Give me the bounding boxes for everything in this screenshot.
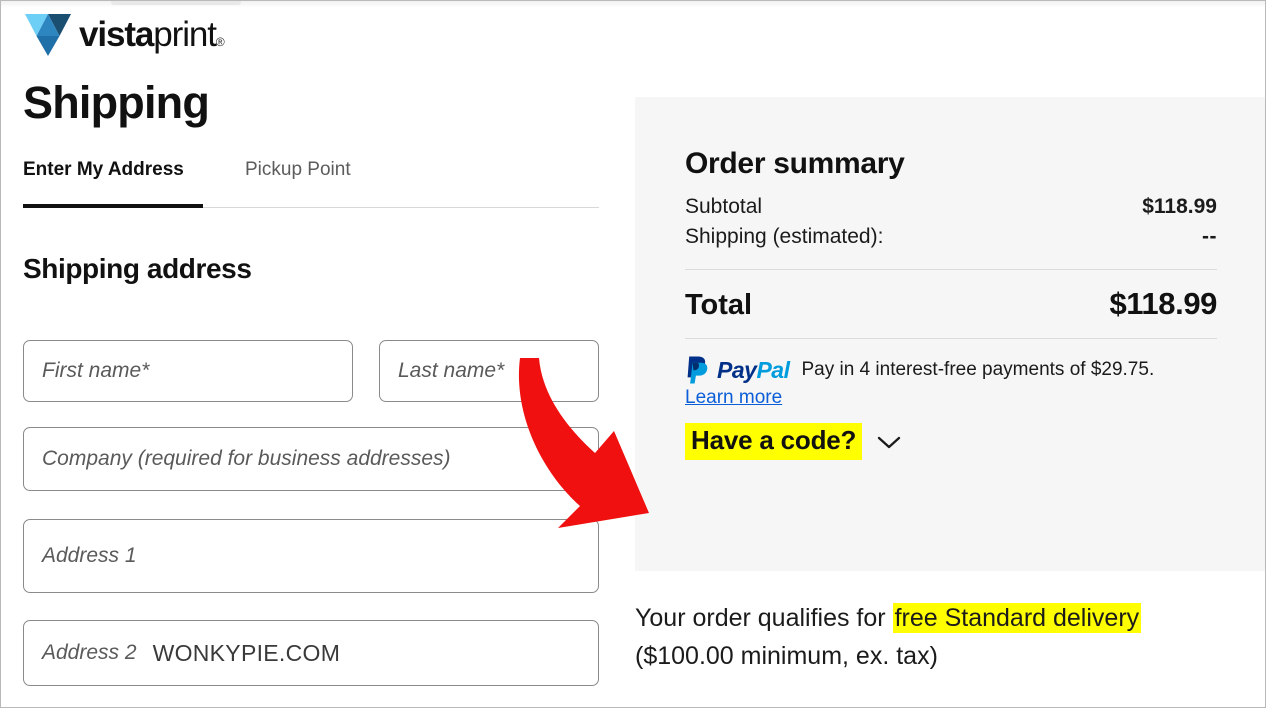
paypal-message: Pay in 4 interest-free payments of $29.7… — [801, 359, 1155, 380]
shipping-label: Shipping (estimated): — [685, 225, 884, 248]
chevron-down-icon[interactable] — [862, 434, 902, 450]
active-tab-indicator — [23, 203, 203, 208]
order-note-suffix: ($100.00 minimum, ex. tax) — [635, 642, 938, 670]
first-name-field[interactable]: First name* — [23, 340, 353, 402]
summary-row-subtotal: Subtotal $118.99 — [685, 195, 1217, 219]
total-label: Total — [685, 289, 753, 321]
browser-tab-sliver — [111, 1, 241, 5]
paypal-learn-more-link[interactable]: Learn more — [685, 387, 782, 409]
tab-enter-my-address[interactable]: Enter My Address — [23, 159, 184, 181]
vistaprint-wordmark: vistaprint® — [79, 14, 225, 54]
browser-chrome-sliver — [1, 1, 1265, 7]
site-watermark: WONKYPIE.COM — [152, 639, 341, 666]
summary-divider-bottom — [685, 338, 1217, 339]
company-field[interactable]: Company (required for business addresses… — [23, 427, 599, 491]
vistaprint-v-logo-icon — [25, 12, 71, 56]
address-1-field[interactable]: Address 1 — [23, 519, 599, 593]
order-summary-panel: Order summary Subtotal $118.99 Shipping … — [635, 97, 1265, 571]
summary-row-total: Total $118.99 — [685, 286, 1217, 322]
shipping-value: -- — [1202, 225, 1217, 248]
address-2-field[interactable]: Address 2 WONKYPIE.COM — [23, 620, 599, 686]
have-a-code-toggle[interactable]: Have a code? — [685, 423, 902, 460]
address-1-placeholder: Address 1 — [42, 544, 137, 567]
tab-pickup-point[interactable]: Pickup Point — [245, 159, 351, 181]
order-note-highlight: free Standard delivery — [892, 603, 1142, 633]
shipping-form-column: Shipping Enter My Address Pickup Point S… — [23, 77, 603, 285]
page-title: Shipping — [23, 77, 210, 128]
paypal-logo-icon — [685, 355, 711, 385]
first-name-placeholder: First name* — [42, 359, 150, 382]
subtotal-value: $118.99 — [1142, 195, 1217, 218]
shipping-address-heading: Shipping address — [23, 252, 252, 284]
last-name-placeholder: Last name* — [398, 359, 505, 382]
total-value: $118.99 — [1109, 286, 1217, 321]
vistaprint-logo[interactable]: vistaprint® — [25, 12, 225, 56]
summary-row-shipping: Shipping (estimated): -- — [685, 225, 1217, 249]
subtotal-label: Subtotal — [685, 195, 763, 218]
order-summary-heading: Order summary — [685, 147, 905, 180]
paypal-wordmark: PayPal — [717, 356, 790, 383]
free-delivery-note: Your order qualifies for free Standard d… — [635, 599, 1255, 675]
paypal-promo-row: PayPal Pay in 4 interest-free payments o… — [685, 355, 1217, 385]
order-note-prefix: Your order qualifies for — [635, 604, 893, 632]
address-2-placeholder: Address 2 — [42, 641, 137, 664]
address-mode-tabs: Enter My Address Pickup Point — [23, 159, 599, 208]
company-placeholder: Company (required for business addresses… — [42, 447, 451, 470]
summary-divider-top — [685, 269, 1217, 270]
last-name-field[interactable]: Last name* — [379, 340, 599, 402]
have-a-code-label: Have a code? — [685, 423, 863, 460]
vistaprint-shipping-checkout-screenshot: vistaprint® Shipping Enter My Address Pi… — [0, 0, 1266, 708]
